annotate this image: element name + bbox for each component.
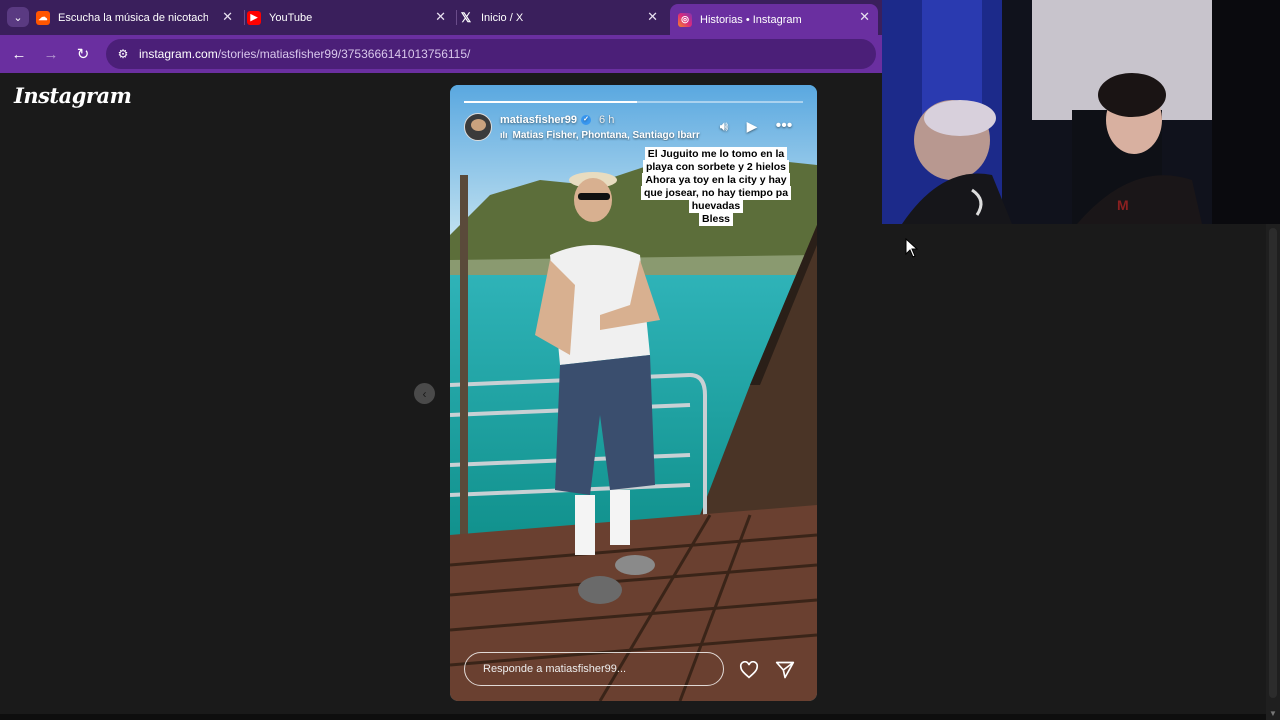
story-time: 6 h: [599, 114, 615, 126]
bottom-strip: [0, 714, 1266, 720]
username[interactable]: matiasfisher99: [500, 114, 577, 126]
story-user[interactable]: matiasfisher99 ✓ 6 h: [500, 114, 614, 126]
audio-bars-icon: ılı: [500, 130, 508, 140]
more-icon: •••: [775, 117, 793, 134]
send-icon: [775, 661, 795, 679]
chevron-down-icon: ⌄: [13, 11, 23, 24]
url-text[interactable]: instagram.com/stories/matiasfisher99/375…: [139, 47, 470, 61]
play-button[interactable]: ▶: [743, 117, 761, 135]
tab-title: Escucha la música de nicotachi: [58, 11, 208, 24]
chevron-left-icon: ‹: [422, 386, 427, 401]
collaborators-audio[interactable]: ılı Matias Fisher, Phontana, Santiago Iba…: [500, 130, 705, 141]
play-icon: ▶: [746, 117, 758, 134]
previous-story-button[interactable]: ‹: [414, 383, 435, 404]
scroll-down-icon[interactable]: ▼: [1269, 709, 1277, 718]
url-path: /stories/matiasfisher99/3753666141013756…: [217, 47, 471, 61]
tab-separator: [456, 10, 457, 25]
story-caption: El Juguito me lo tomo en la playa con so…: [630, 147, 802, 226]
forward-button[interactable]: →: [41, 44, 61, 64]
story-progress-bar: [464, 101, 803, 103]
tab-instagram[interactable]: ◎ Historias • Instagram ✕: [670, 4, 878, 35]
reply-input[interactable]: [483, 663, 713, 675]
webcam-overlay: M: [882, 0, 1280, 224]
heart-icon: [739, 661, 759, 679]
site-settings-icon[interactable]: ⚙: [115, 46, 131, 62]
scrollbar[interactable]: ▼: [1266, 224, 1280, 720]
close-tab-icon[interactable]: ✕: [435, 9, 446, 25]
svg-text:M: M: [1117, 197, 1129, 213]
tab-separator: [244, 10, 245, 25]
youtube-icon: ▶: [247, 10, 261, 25]
tab-x[interactable]: 𝕏 Inicio / X ✕: [459, 4, 666, 31]
webcam-image: M: [882, 0, 1280, 224]
address-bar[interactable]: ⚙ instagram.com/stories/matiasfisher99/3…: [106, 39, 876, 69]
story-header: matiasfisher99 ✓ 6 h ılı Matias Fisher, P…: [464, 113, 803, 143]
scrollbar-thumb[interactable]: [1269, 228, 1277, 698]
verified-badge-icon: ✓: [581, 115, 592, 125]
collaborators-text: Matias Fisher, Phontana, Santiago Ibarr: [512, 130, 700, 141]
close-tab-icon[interactable]: ✕: [222, 9, 233, 25]
x-icon: 𝕏: [460, 9, 472, 25]
tab-title: Historias • Instagram: [700, 13, 802, 26]
reload-button[interactable]: ↻: [73, 44, 93, 64]
story-progress-fill: [464, 101, 637, 103]
more-options-button[interactable]: •••: [775, 117, 793, 135]
instagram-page: Instagram ‹ matiasfisher99 ✓ 6 h ılı Mat…: [0, 73, 882, 720]
avatar[interactable]: [464, 113, 492, 141]
reload-icon: ↻: [76, 46, 90, 63]
mouse-cursor-icon: [905, 238, 919, 258]
close-tab-icon[interactable]: ✕: [859, 9, 870, 25]
story-viewer[interactable]: matiasfisher99 ✓ 6 h ılı Matias Fisher, P…: [450, 85, 817, 701]
tab-title: Inicio / X: [481, 11, 524, 24]
close-tab-icon[interactable]: ✕: [647, 9, 658, 25]
right-empty-area: [882, 224, 1280, 720]
share-button[interactable]: [774, 659, 796, 681]
url-host: instagram.com: [139, 47, 218, 61]
tab-strip: ⌄ ☁ Escucha la música de nicotachi ✕ ▶ Y…: [0, 0, 882, 35]
tab-title: YouTube: [269, 11, 313, 24]
like-button[interactable]: [738, 659, 760, 681]
tab-soundcloud[interactable]: ☁ Escucha la música de nicotachi ✕: [36, 4, 241, 31]
arrow-right-icon: →: [43, 45, 59, 63]
tab-search-button[interactable]: ⌄: [7, 7, 29, 27]
caption-line: Bless: [630, 212, 802, 226]
arrow-left-icon: ←: [11, 45, 27, 63]
tab-youtube[interactable]: ▶ YouTube ✕: [247, 4, 454, 31]
instagram-icon: ◎: [678, 12, 692, 27]
mute-button[interactable]: 🔊︎: [715, 117, 733, 135]
speaker-icon: 🔊︎: [719, 117, 729, 134]
address-bar-row: ← → ↻ ⚙ instagram.com/stories/matiasfish…: [0, 35, 882, 73]
back-button[interactable]: ←: [9, 44, 29, 64]
instagram-logo[interactable]: Instagram: [14, 83, 132, 108]
reply-box: [464, 652, 724, 686]
soundcloud-icon: ☁: [36, 10, 50, 25]
